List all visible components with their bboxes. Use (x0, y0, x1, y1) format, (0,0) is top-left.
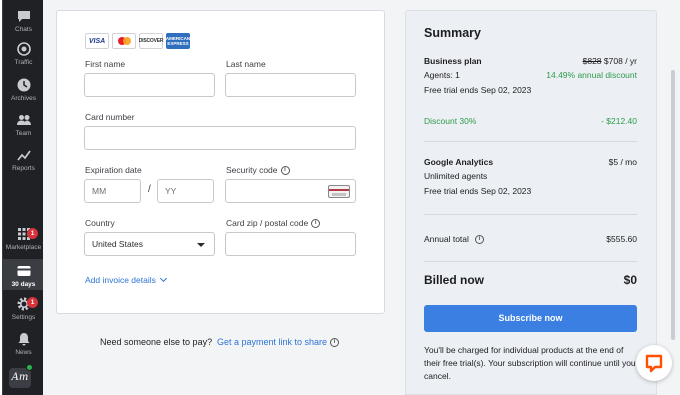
add-invoice-details-text: Add invoice details (85, 275, 156, 285)
annual-total-text: Annual total (424, 234, 469, 244)
sidebar-item-news[interactable]: News (3, 331, 44, 359)
info-icon[interactable]: i (474, 235, 484, 245)
payment-link-text: Get a payment link to share (217, 337, 328, 347)
divider (424, 214, 637, 215)
discover-logo: DISCOVER (139, 33, 163, 49)
chat-widget-button[interactable] (636, 345, 672, 381)
expiration-month-input[interactable]: MM (84, 179, 141, 203)
card-brand-logos: VISA DISCOVER AMERICAN EXPRESS (85, 33, 190, 50)
sidebar-item-settings[interactable]: Settings 1 (3, 296, 44, 324)
sidebar-item-label: Traffic (14, 59, 33, 66)
sidebar-item-label: Archives (11, 95, 36, 102)
team-icon (16, 115, 31, 125)
sidebar-item-label: Chats (15, 26, 32, 33)
zip-label-text: Card zip / postal code (226, 218, 309, 228)
sidebar-item-label: Reports (12, 165, 35, 172)
info-icon[interactable]: i (280, 166, 290, 176)
clock-icon (17, 78, 30, 92)
divider (424, 261, 637, 262)
zip-input[interactable] (225, 232, 356, 256)
traffic-icon (16, 42, 31, 56)
chart-icon (16, 150, 31, 161)
analytics-price: $5 / mo (608, 157, 637, 167)
billed-now-amount: $0 (623, 273, 637, 287)
info-icon[interactable]: i (330, 338, 340, 348)
sidebar-item-archives[interactable]: Archives (3, 77, 44, 105)
add-invoice-details-link[interactable]: Add invoice details (85, 274, 167, 285)
caret-down-icon (197, 243, 205, 247)
security-code-input[interactable] (225, 179, 356, 203)
business-trial: Free trial ends Sep 02, 2023 (424, 85, 532, 95)
amex-logo: AMERICAN EXPRESS (166, 33, 190, 49)
sidebar-item-reports[interactable]: Reports (3, 147, 44, 175)
sidebar-item-label: News (15, 349, 32, 356)
old-price: $828 (582, 56, 602, 66)
chat-icon (17, 11, 30, 22)
country-value: United States (92, 239, 144, 249)
business-plan-name: Business plan (424, 56, 482, 66)
first-name-input[interactable] (84, 73, 215, 97)
annual-total-amount: $555.60 (606, 234, 637, 244)
annual-discount: 14.49% annual discount (546, 70, 637, 80)
discount-label: Discount 30% (424, 116, 477, 126)
card-icon (17, 266, 30, 276)
divider (424, 141, 637, 142)
info-icon[interactable]: i (311, 219, 321, 229)
card-number-label: Card number (85, 112, 135, 122)
expiration-label: Expiration date (85, 165, 142, 175)
zip-label: Card zip / postal code i (226, 218, 321, 229)
sidebar: Chats Traffic Archives Team Reports Mark… (2, 0, 44, 395)
sidebar-item-traffic[interactable]: Traffic (3, 41, 44, 69)
chat-bubble-icon (645, 354, 663, 373)
cvv-card-icon (328, 185, 350, 198)
business-plan-price: $828 $708 / yr (583, 56, 637, 66)
annual-total-label: Annual total i (424, 234, 484, 245)
security-code-label-text: Security code (226, 165, 278, 175)
summary-panel (405, 10, 657, 395)
analytics-trial: Free trial ends Sep 02, 2023 (424, 186, 532, 196)
sidebar-item-label: Marketplace (5, 244, 42, 251)
last-name-label: Last name (226, 59, 266, 69)
bell-icon (18, 333, 29, 346)
security-code-label: Security code i (226, 165, 290, 176)
sidebar-item-team[interactable]: Team (3, 112, 44, 140)
new-price: $708 / yr (603, 56, 637, 66)
billed-now-label: Billed now (424, 273, 484, 287)
sidebar-item-label: Team (15, 130, 32, 137)
analytics-name: Google Analytics (424, 157, 494, 167)
card-number-input[interactable] (84, 126, 356, 150)
business-agents: Agents: 1 (424, 70, 460, 80)
payment-form-card (56, 10, 385, 314)
notification-badge: 1 (27, 228, 38, 239)
sidebar-item-marketplace[interactable]: Marketplace 1 (3, 226, 44, 254)
online-status-dot (26, 364, 33, 371)
subscribe-button[interactable]: Subscribe now (424, 305, 637, 332)
sidebar-item-label: Settings (11, 314, 36, 321)
visa-logo: VISA (85, 33, 109, 49)
country-select[interactable]: United States (84, 232, 215, 256)
chevron-down-icon (159, 274, 167, 283)
first-name-label: First name (85, 59, 126, 69)
sidebar-item-label: 30 days (11, 281, 36, 288)
payment-link[interactable]: Get a payment link to share i (217, 337, 340, 348)
analytics-agents: Unlimited agents (424, 171, 488, 181)
mastercard-logo (112, 33, 136, 49)
pay-prompt: Need someone else to pay? (100, 337, 213, 347)
country-label: Country (85, 218, 115, 228)
discount-amount: - $212.40 (601, 116, 637, 126)
sidebar-item-billing[interactable]: 30 days (3, 259, 44, 290)
sidebar-item-chats[interactable]: Chats (3, 8, 44, 36)
last-name-input[interactable] (225, 73, 356, 97)
scrollbar[interactable] (671, 70, 675, 340)
expiration-year-input[interactable]: YY (157, 179, 214, 203)
billing-note: You'll be charged for individual product… (424, 345, 636, 381)
summary-title: Summary (424, 26, 481, 40)
notification-badge: 1 (27, 297, 38, 308)
date-separator: / (148, 184, 151, 195)
avatar[interactable]: Am (9, 368, 31, 388)
